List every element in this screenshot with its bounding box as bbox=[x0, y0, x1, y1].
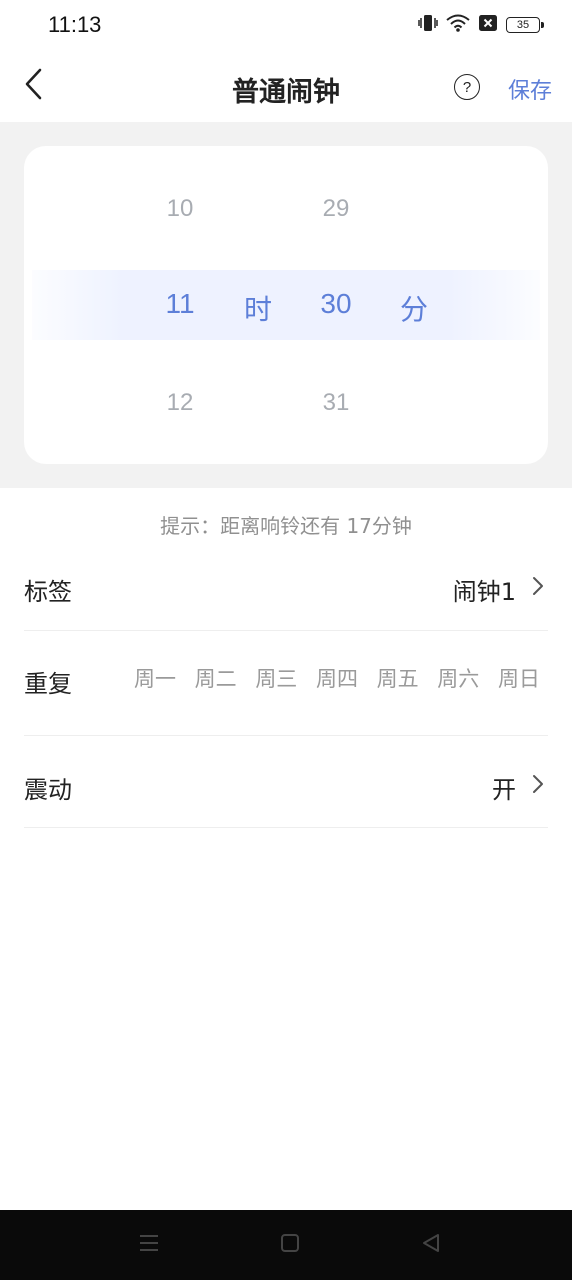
weekday-sun[interactable]: 周日 bbox=[498, 663, 540, 693]
status-bar: 11:13 35 bbox=[0, 0, 572, 50]
weekday-selector: 周一 周二 周三 周四 周五 周六 周日 bbox=[134, 663, 540, 693]
system-nav-bar bbox=[0, 1210, 572, 1280]
status-time: 11:13 bbox=[48, 12, 102, 37]
weekday-thu[interactable]: 周四 bbox=[316, 663, 358, 693]
back-triangle-icon bbox=[420, 1232, 442, 1258]
minute-above[interactable]: 29 bbox=[296, 195, 376, 223]
label-row[interactable]: 标签 闹钟1 bbox=[24, 546, 548, 631]
weekday-mon[interactable]: 周一 bbox=[134, 663, 176, 693]
vibrate-icon bbox=[418, 14, 438, 36]
back-nav-button[interactable] bbox=[418, 1232, 444, 1258]
vibrate-row[interactable]: 震动 开 bbox=[24, 736, 548, 828]
label-row-title: 标签 bbox=[24, 578, 72, 606]
home-icon bbox=[279, 1232, 301, 1258]
wifi-icon bbox=[446, 14, 470, 36]
minute-below[interactable]: 31 bbox=[296, 389, 376, 417]
save-button[interactable]: 保存 bbox=[508, 73, 552, 105]
header: 普通闹钟 ? 保存 bbox=[0, 50, 572, 122]
minute-selected[interactable]: 30 bbox=[296, 288, 376, 320]
status-icons: 35 bbox=[418, 14, 544, 36]
weekday-fri[interactable]: 周五 bbox=[377, 663, 419, 693]
time-picker-card[interactable]: 10 29 11 时 30 分 12 31 bbox=[24, 146, 548, 464]
vibrate-row-title: 震动 bbox=[24, 776, 72, 804]
help-button[interactable]: ? bbox=[454, 74, 480, 100]
help-icon: ? bbox=[462, 78, 472, 96]
label-row-value: 闹钟1 bbox=[452, 578, 516, 606]
vibrate-row-value: 开 bbox=[492, 776, 516, 804]
repeat-row: 重复 周一 周二 周三 周四 周五 周六 周日 bbox=[24, 631, 548, 736]
home-button[interactable] bbox=[277, 1232, 303, 1258]
chevron-right-icon bbox=[532, 576, 544, 600]
weekday-tue[interactable]: 周二 bbox=[195, 663, 237, 693]
battery-icon: 35 bbox=[506, 17, 544, 33]
hour-above[interactable]: 10 bbox=[140, 195, 220, 223]
hour-unit-label: 时 bbox=[243, 293, 272, 326]
no-sim-icon bbox=[478, 14, 498, 36]
chevron-right-icon bbox=[532, 774, 544, 798]
menu-icon bbox=[137, 1232, 161, 1258]
time-picker-section: 10 29 11 时 30 分 12 31 bbox=[0, 122, 572, 488]
hour-below[interactable]: 12 bbox=[140, 389, 220, 417]
hour-selected[interactable]: 11 bbox=[140, 288, 220, 320]
page-title: 普通闹钟 bbox=[232, 77, 340, 108]
weekday-wed[interactable]: 周三 bbox=[255, 663, 297, 693]
countdown-hint: 提示：距离响铃还有 17分钟 bbox=[160, 514, 412, 538]
minute-unit-label: 分 bbox=[399, 293, 428, 326]
repeat-row-title: 重复 bbox=[24, 670, 72, 698]
menu-button[interactable] bbox=[136, 1232, 162, 1258]
weekday-sat[interactable]: 周六 bbox=[437, 663, 479, 693]
